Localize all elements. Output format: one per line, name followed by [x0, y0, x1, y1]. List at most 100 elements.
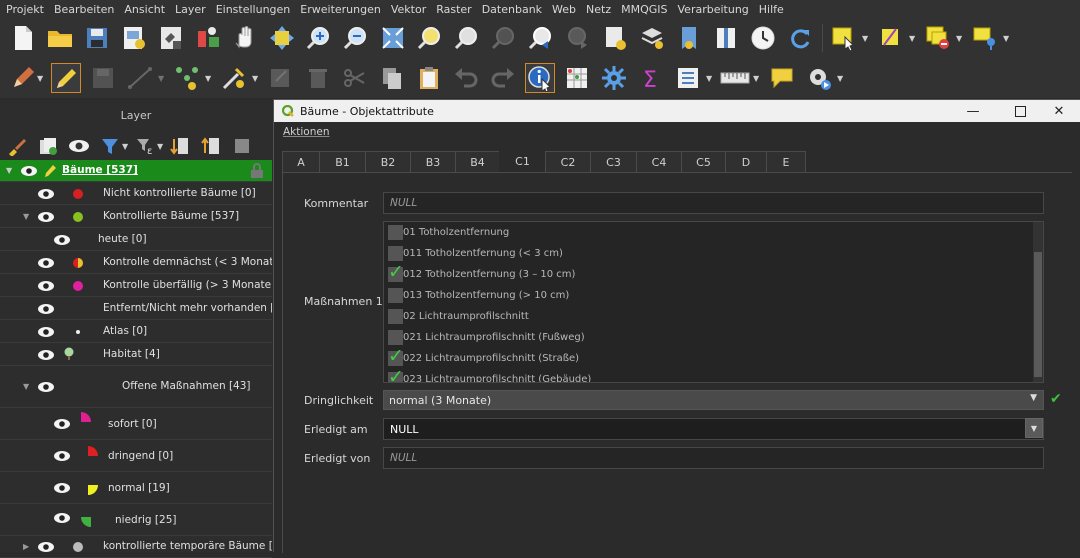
paste-features-button[interactable]	[414, 63, 444, 93]
toolbox-button[interactable]	[599, 63, 629, 93]
massnahmen-checklist[interactable]: 01 Totholzentfernung 011 Totholzentfernu…	[383, 221, 1044, 383]
collapse-all-button[interactable]	[200, 135, 222, 157]
tab-c2[interactable]: C2	[545, 151, 591, 173]
filter-legend-button[interactable]	[99, 135, 121, 157]
manage-visibility-button[interactable]	[68, 135, 90, 157]
layer-row-atlas[interactable]: Atlas [0]	[0, 320, 272, 343]
zoom-in-button[interactable]	[304, 23, 334, 53]
visibility-eye-icon[interactable]	[37, 541, 55, 552]
checkbox-checked[interactable]	[388, 345, 404, 367]
zoom-full-button[interactable]	[378, 23, 408, 53]
menu-raster[interactable]: Raster	[436, 3, 471, 16]
zoom-out-button[interactable]	[341, 23, 371, 53]
visibility-eye-icon[interactable]	[37, 303, 55, 314]
toggle-editing-button[interactable]	[51, 63, 81, 93]
vertex-dropdown-arrow[interactable]: ▼	[205, 74, 213, 83]
massnahme-item[interactable]: 021 Lichtraumprofilschnitt (Fußweg)	[388, 327, 585, 348]
tab-c4[interactable]: C4	[636, 151, 682, 173]
current-edits-dropdown-arrow[interactable]: ▼	[37, 74, 45, 83]
statistics-button[interactable]: Σ	[636, 63, 666, 93]
deselect-all-button[interactable]	[923, 23, 953, 53]
measure-dropdown-arrow[interactable]: ▼	[753, 74, 761, 83]
select-by-value-button[interactable]	[876, 23, 906, 53]
layer-row-offene-massnahmen[interactable]: ▼ Offene Maßnahmen [43]	[0, 366, 272, 408]
current-edits-button[interactable]	[8, 63, 38, 93]
layer-row-entfernt[interactable]: Entfernt/Nicht mehr vorhanden [5]	[0, 297, 272, 320]
identify-features-button[interactable]	[525, 63, 555, 93]
delete-selected-button[interactable]	[303, 63, 333, 93]
tab-b2[interactable]: B2	[365, 151, 411, 173]
visibility-eye-icon[interactable]	[37, 280, 55, 291]
show-bookmarks-button[interactable]	[637, 23, 667, 53]
checkbox[interactable]	[388, 246, 403, 261]
menu-web[interactable]: Web	[552, 3, 576, 16]
filter-dropdown-arrow[interactable]: ▼	[122, 142, 130, 151]
visibility-eye-icon[interactable]	[20, 165, 38, 176]
new-3d-map-button[interactable]	[674, 23, 704, 53]
tab-e[interactable]: E	[766, 151, 806, 173]
add-group-button[interactable]	[37, 135, 59, 157]
menu-mmqgis[interactable]: MMQGIS	[621, 3, 667, 16]
edit-table-button[interactable]	[266, 63, 296, 93]
cut-features-button[interactable]	[340, 63, 370, 93]
new-print-layout-button[interactable]	[119, 23, 149, 53]
tab-b1[interactable]: B1	[319, 151, 366, 173]
remove-layer-button[interactable]	[231, 135, 253, 157]
calendar-dropdown-button[interactable]: ▼	[1025, 418, 1043, 438]
tab-b3[interactable]: B3	[410, 151, 456, 173]
field-calculator-dropdown-arrow[interactable]: ▼	[706, 74, 714, 83]
tab-c5[interactable]: C5	[681, 151, 726, 173]
menu-bearbeiten[interactable]: Bearbeiten	[54, 3, 114, 16]
vertex-tool-button[interactable]	[172, 63, 202, 93]
layer-row-kontrolliert[interactable]: ▼ Kontrollierte Bäume [537]	[0, 205, 272, 228]
menu-hilfe[interactable]: Hilfe	[759, 3, 784, 16]
layer-row-baeume[interactable]: ▼ Bäume [537]	[0, 160, 272, 182]
checkbox[interactable]	[388, 288, 403, 303]
layer-row-nicht-kontrolliert[interactable]: Nicht kontrollierte Bäume [0]	[0, 182, 272, 205]
kommentar-field[interactable]: NULL	[383, 192, 1044, 214]
feature-action-dropdown-arrow[interactable]: ▼	[837, 74, 845, 83]
menu-ansicht[interactable]: Ansicht	[124, 3, 165, 16]
select-dropdown-arrow[interactable]: ▼	[862, 34, 870, 43]
massnahme-item[interactable]: 022 Lichtraumprofilschnitt (Straße)	[388, 345, 579, 369]
visibility-eye-icon[interactable]	[53, 418, 71, 429]
layer-row-heute[interactable]: heute [0]	[0, 228, 272, 251]
zoom-native-button[interactable]	[489, 23, 519, 53]
temporal-controller-button[interactable]	[748, 23, 778, 53]
select-features-button[interactable]	[829, 23, 859, 53]
modify-dropdown-arrow[interactable]: ▼	[252, 74, 260, 83]
menu-einstellungen[interactable]: Einstellungen	[216, 3, 291, 16]
expand-arrow[interactable]: ▼	[23, 212, 29, 221]
map-tips-button[interactable]	[767, 63, 797, 93]
layer-row-normal[interactable]: normal [19]	[0, 472, 272, 504]
zoom-to-selection-button[interactable]	[415, 23, 445, 53]
zoom-last-button[interactable]	[526, 23, 556, 53]
massnahme-item[interactable]: 013 Totholzentfernung (> 10 cm)	[388, 285, 569, 306]
massnahme-item[interactable]: 023 Lichtraumprofilschnitt (Gebäude)	[388, 366, 591, 382]
expand-all-button[interactable]	[169, 135, 191, 157]
menu-verarbeitung[interactable]: Verarbeitung	[678, 3, 749, 16]
filter-expression-button[interactable]: ε	[134, 135, 156, 157]
erledigt-von-field[interactable]: NULL	[383, 447, 1044, 469]
checkbox[interactable]	[388, 225, 403, 240]
decorations-button[interactable]	[711, 23, 741, 53]
identify-location-button[interactable]	[970, 23, 1000, 53]
style-manager-button[interactable]	[193, 23, 223, 53]
undo-button[interactable]	[451, 63, 481, 93]
checkbox-checked[interactable]	[388, 261, 404, 283]
visibility-eye-icon[interactable]	[37, 326, 55, 337]
refresh-button[interactable]	[785, 23, 815, 53]
identify-location-dropdown-arrow[interactable]: ▼	[1003, 34, 1011, 43]
erledigt-am-datefield[interactable]: NULL ▼	[383, 418, 1044, 440]
layer-row-dringend[interactable]: dringend [0]	[0, 440, 272, 472]
layer-row-sofort[interactable]: sofort [0]	[0, 408, 272, 440]
checkbox[interactable]	[388, 330, 403, 345]
layer-row-habitat[interactable]: Habitat [4]	[0, 343, 272, 366]
layer-row-kontrolle-ueberfaellig[interactable]: Kontrolle überfällig (> 3 Monate) [0]	[0, 274, 272, 297]
menu-erweiterungen[interactable]: Erweiterungen	[300, 3, 381, 16]
visibility-eye-icon[interactable]	[37, 211, 55, 222]
copy-features-button[interactable]	[377, 63, 407, 93]
style-layer-button[interactable]	[6, 135, 28, 157]
open-attribute-table-button[interactable]	[562, 63, 592, 93]
massnahme-item[interactable]: 01 Totholzentfernung	[388, 222, 509, 243]
